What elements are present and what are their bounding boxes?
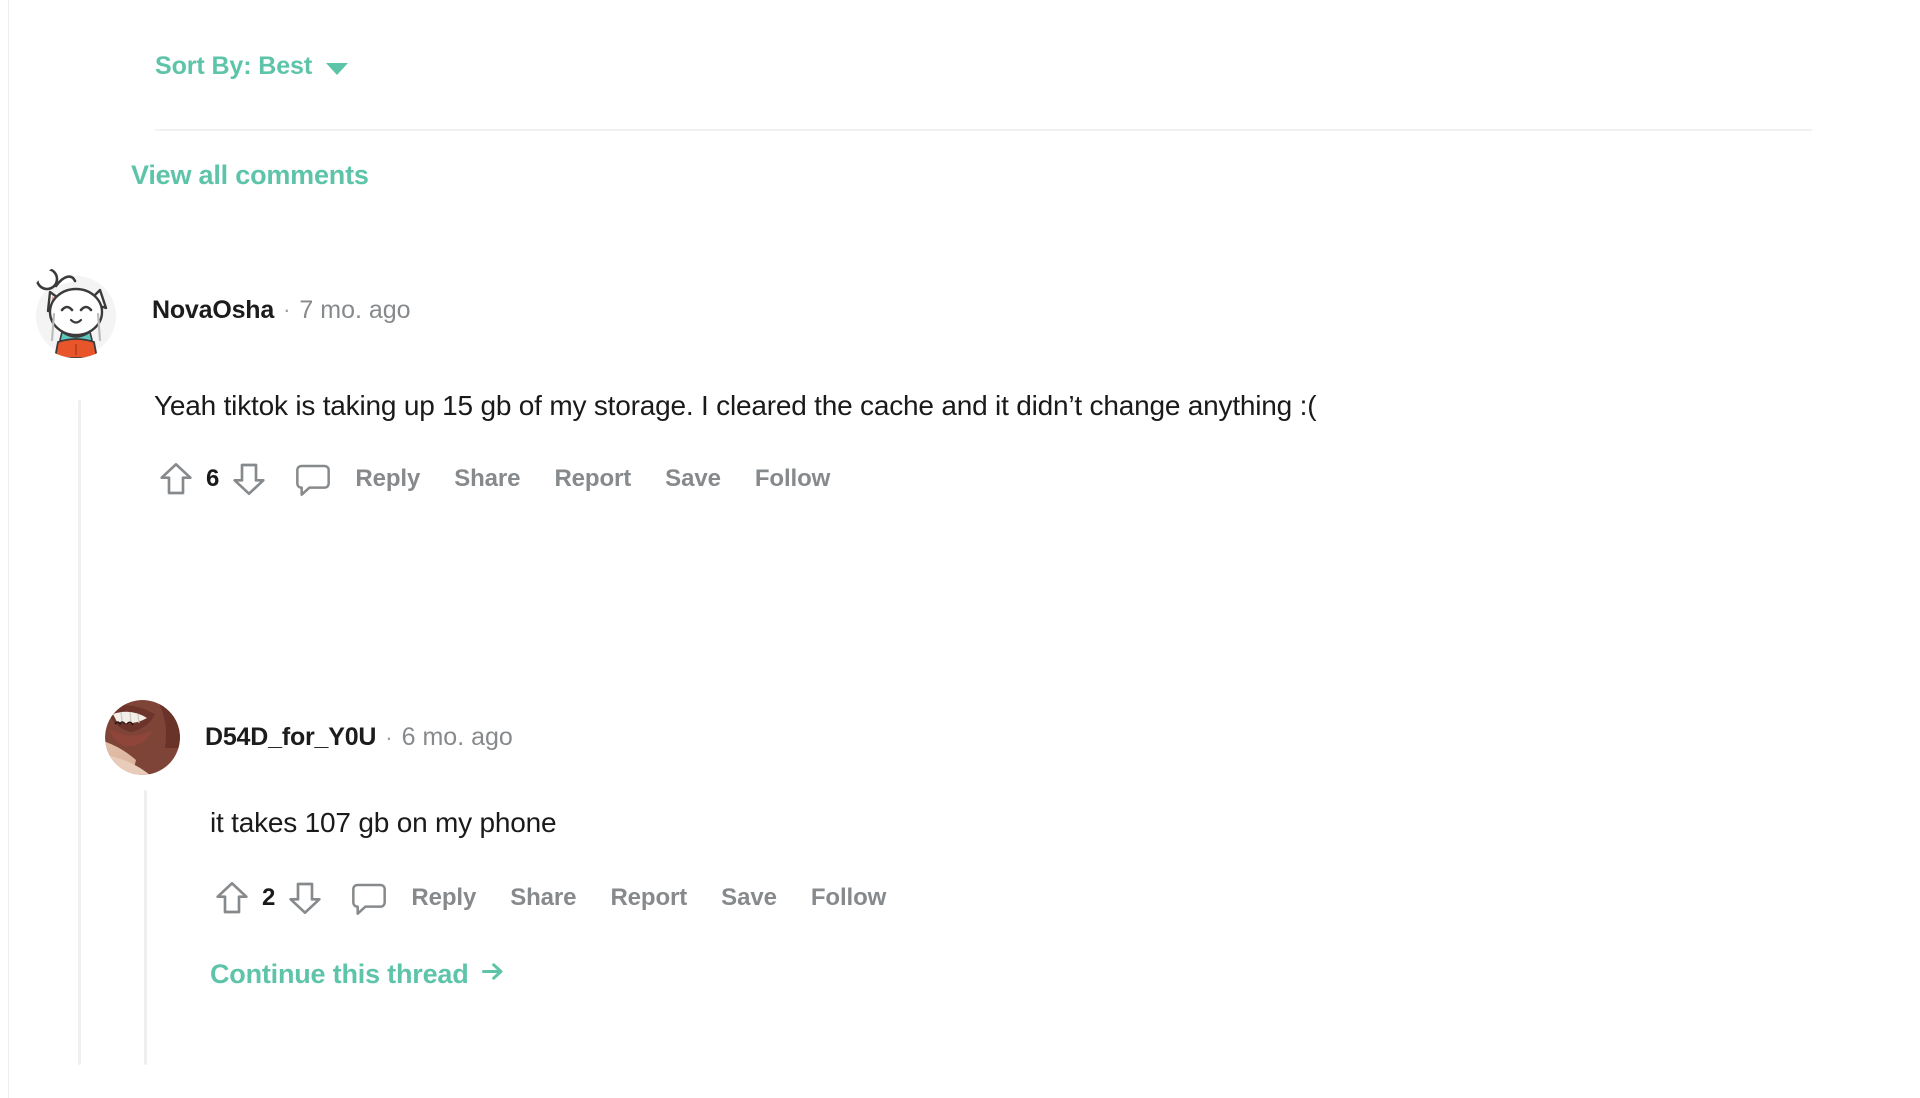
meta-separator: ·	[283, 297, 291, 322]
comment-action-bar: 2 Reply Share Report Save Follow	[210, 876, 1825, 920]
comments-page: Sort By: Best View all comments NovaOsha…	[0, 0, 1920, 1098]
save-button[interactable]: Save	[721, 884, 777, 912]
chevron-down-icon	[326, 62, 349, 75]
comment-thread-reply: D54D_for_Y0U · 6 mo. ago it takes 107 gb…	[105, 700, 1825, 990]
comment-timestamp: 7 mo. ago	[299, 295, 411, 324]
comment-score: 2	[262, 884, 276, 912]
share-button[interactable]: Share	[510, 884, 576, 912]
save-button[interactable]: Save	[665, 465, 721, 493]
comment-thread-root: NovaOsha · 7 mo. ago Yeah tiktok is taki…	[28, 262, 1828, 501]
comment-timestamp: 6 mo. ago	[401, 723, 513, 751]
sort-divider	[155, 129, 1812, 131]
comment-author-username[interactable]: NovaOsha	[152, 296, 274, 325]
comment-header: NovaOsha · 7 mo. ago	[28, 262, 1828, 358]
continue-this-thread-link[interactable]: Continue this thread	[210, 958, 506, 990]
comment-score: 6	[206, 465, 220, 493]
avatar-cat-character[interactable]	[28, 262, 124, 358]
comment-bubble-icon[interactable]	[293, 457, 341, 501]
follow-button[interactable]: Follow	[755, 465, 830, 493]
sort-by-label: Sort By: Best	[155, 52, 313, 80]
reply-button[interactable]: Reply	[355, 465, 420, 493]
comment-body-text: it takes 107 gb on my phone	[210, 807, 557, 838]
continue-this-thread-label: Continue this thread	[210, 958, 469, 989]
report-button[interactable]: Report	[554, 465, 631, 493]
share-button[interactable]: Share	[454, 465, 520, 493]
downvote-arrow-icon[interactable]	[227, 457, 271, 501]
upvote-arrow-icon[interactable]	[210, 876, 254, 920]
reply-button[interactable]: Reply	[411, 884, 476, 912]
view-all-comments-link[interactable]: View all comments	[131, 160, 369, 191]
upvote-arrow-icon[interactable]	[154, 457, 198, 501]
follow-button[interactable]: Follow	[811, 884, 886, 912]
arrow-right-icon	[479, 958, 506, 990]
avatar-lips-photo[interactable]	[105, 700, 180, 775]
comment-body-text: Yeah tiktok is taking up 15 gb of my sto…	[154, 390, 1317, 421]
comment-author-username[interactable]: D54D_for_Y0U	[205, 723, 376, 752]
page-gutter-line	[8, 0, 9, 1098]
comment-action-bar: 6 Reply Share Report Save Follow	[154, 457, 1828, 501]
downvote-arrow-icon[interactable]	[283, 876, 327, 920]
report-button[interactable]: Report	[610, 884, 687, 912]
comment-bubble-icon[interactable]	[349, 876, 397, 920]
sort-by-dropdown[interactable]: Sort By: Best	[155, 52, 349, 81]
comment-header: D54D_for_Y0U · 6 mo. ago	[105, 700, 1825, 775]
meta-separator: ·	[385, 724, 393, 750]
